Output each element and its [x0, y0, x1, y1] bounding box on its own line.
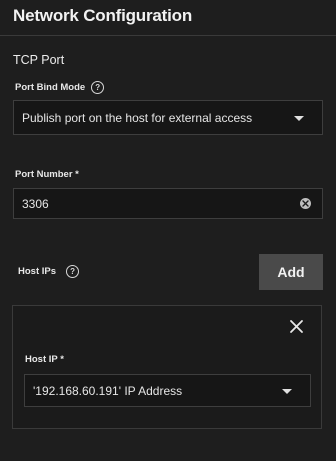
- help-circle-icon[interactable]: ?: [91, 81, 105, 94]
- port-number-label-row: Port Number *: [15, 169, 79, 180]
- tcp-port-section-label: TCP Port: [13, 53, 65, 67]
- host-ip-value: '192.168.60.191' IP Address: [33, 383, 183, 398]
- host-ips-label: Host IPs: [18, 266, 57, 277]
- help-circle-icon[interactable]: ?: [66, 265, 80, 278]
- host-ip-select[interactable]: '192.168.60.191' IP Address: [24, 374, 311, 407]
- caret-down-icon: [282, 388, 292, 394]
- close-icon[interactable]: [287, 317, 305, 335]
- port-number-label: Port Number *: [15, 169, 79, 180]
- port-bind-mode-select[interactable]: Publish port on the host for external ac…: [13, 100, 323, 135]
- network-configuration-panel: Network Configuration TCP Port Port Bind…: [0, 0, 336, 461]
- port-bind-mode-label: Port Bind Mode: [15, 82, 86, 93]
- clear-circle-icon[interactable]: [300, 198, 311, 209]
- host-ip-label: Host IP *: [25, 354, 64, 365]
- port-number-input[interactable]: 3306: [13, 188, 323, 219]
- page-title: Network Configuration: [13, 6, 193, 25]
- add-host-ip-button[interactable]: Add: [259, 254, 323, 290]
- host-ip-label-row: Host IP *: [25, 354, 64, 365]
- title-divider: [0, 35, 336, 36]
- port-number-value: 3306: [22, 196, 49, 211]
- host-ip-card: [12, 305, 322, 429]
- port-bind-mode-value: Publish port on the host for external ac…: [22, 110, 253, 125]
- caret-down-icon: [294, 115, 304, 121]
- port-bind-mode-label-row: Port Bind Mode ?: [15, 81, 105, 94]
- host-ips-label-row: Host IPs ?: [18, 265, 80, 278]
